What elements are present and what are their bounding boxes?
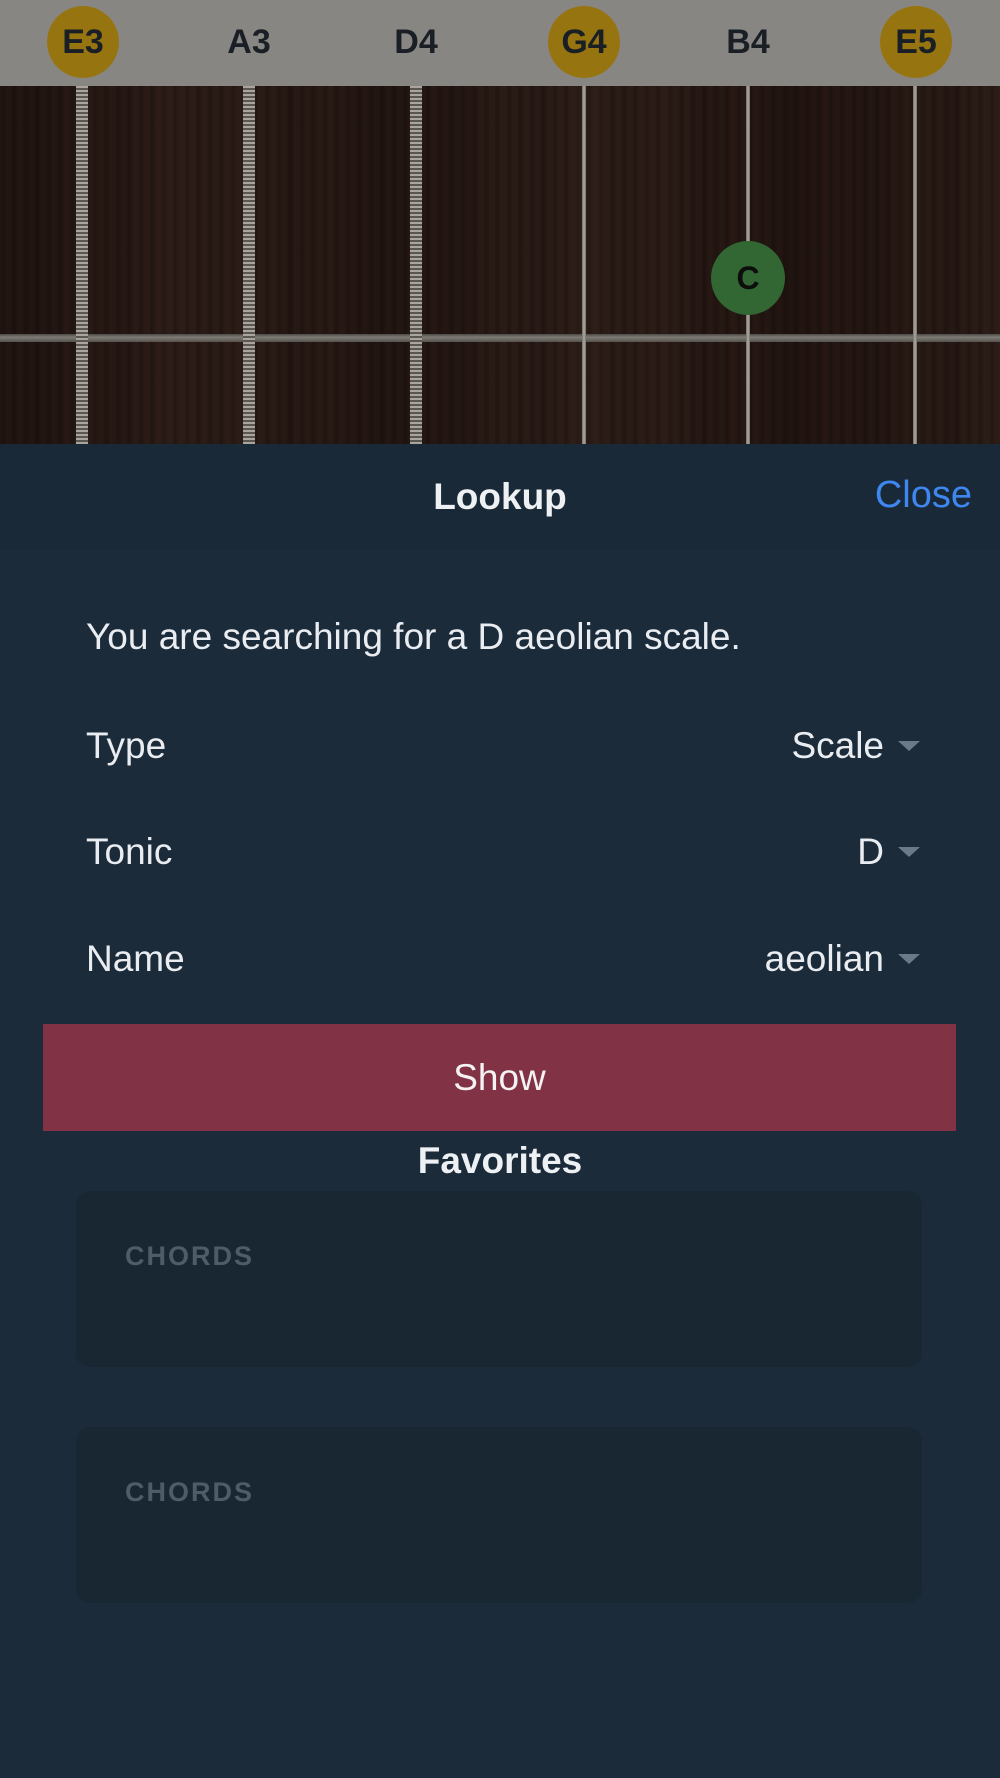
type-select[interactable]: Scale — [791, 725, 920, 767]
tonic-label: Tonic — [86, 831, 173, 872]
string-label-d4[interactable]: D4 — [380, 6, 452, 78]
favorites-card-label: CHORDS — [125, 1241, 255, 1271]
string-label-b4[interactable]: B4 — [712, 6, 784, 78]
sheet-header: Lookup Close — [0, 444, 1000, 550]
string-e5 — [913, 86, 917, 444]
search-description: You are searching for a D aeolian scale. — [86, 616, 741, 657]
tonic-value: D — [857, 831, 884, 872]
lookup-sheet: Lookup Close You are searching for a D a… — [0, 444, 1000, 1778]
name-value: aeolian — [764, 938, 884, 979]
show-button[interactable]: Show — [43, 1024, 956, 1131]
name-label: Name — [86, 938, 185, 979]
fretboard[interactable]: E3 A3 D4 G4 B4 E5 C — [0, 0, 1000, 444]
string-label-e5[interactable]: E5 — [880, 6, 952, 78]
string-d4 — [410, 86, 422, 444]
tonic-select[interactable]: D — [857, 831, 920, 873]
fretboard-wood — [0, 86, 1000, 444]
favorites-card-label: CHORDS — [125, 1477, 255, 1507]
fret-wire — [0, 334, 1000, 342]
string-e3 — [76, 86, 88, 444]
note-marker-c[interactable]: C — [711, 241, 785, 315]
favorites-card[interactable]: CHORDS — [76, 1191, 922, 1367]
chevron-down-icon — [898, 954, 920, 964]
type-value: Scale — [791, 725, 884, 766]
string-label-a3[interactable]: A3 — [213, 6, 285, 78]
string-g4 — [582, 86, 586, 444]
chevron-down-icon — [898, 847, 920, 857]
favorites-card[interactable]: CHORDS — [76, 1427, 922, 1603]
name-select[interactable]: aeolian — [765, 938, 920, 980]
type-label: Type — [86, 725, 167, 766]
string-a3 — [243, 86, 255, 444]
favorites-title: Favorites — [417, 1140, 583, 1181]
string-header — [0, 0, 1000, 86]
name-row: Name aeolian — [86, 929, 920, 989]
tonic-row: Tonic D — [86, 822, 920, 882]
chevron-down-icon — [898, 741, 920, 751]
string-label-e3[interactable]: E3 — [47, 6, 119, 78]
string-label-g4[interactable]: G4 — [548, 6, 620, 78]
type-row: Type Scale — [86, 716, 920, 776]
sheet-title: Lookup — [433, 476, 567, 517]
close-button[interactable]: Close — [875, 474, 972, 517]
